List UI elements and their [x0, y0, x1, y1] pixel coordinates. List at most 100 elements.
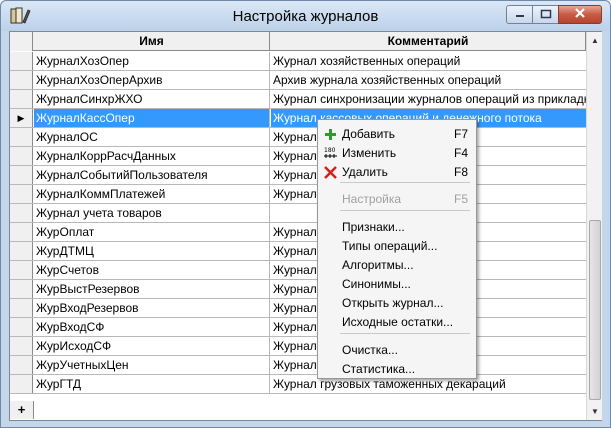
grid-header: Имя Комментарий	[10, 32, 586, 51]
table-row[interactable]: ЖурналСинхрЖХО Журнал синхронизации журна…	[10, 90, 586, 109]
menu-separator	[340, 182, 470, 183]
row-indicator[interactable]	[10, 147, 33, 165]
menu-item-operation-types[interactable]: Типы операций...	[320, 237, 474, 256]
menu-item-shortcut: F4	[453, 146, 468, 160]
journal-grid-panel: Имя Комментарий ЖурналХозОпер Журнал хозя…	[9, 31, 602, 421]
column-header-name[interactable]: Имя	[34, 32, 270, 51]
menu-item-settings[interactable]: Настройка F5	[320, 190, 474, 209]
menu-item-label: Алгоритмы...	[342, 258, 414, 272]
menu-item-cleanup[interactable]: Очистка...	[320, 341, 474, 360]
row-indicator[interactable]	[10, 375, 33, 393]
row-indicator[interactable]	[10, 261, 33, 279]
row-indicator[interactable]	[10, 90, 33, 108]
cell-name[interactable]: ЖурОплат	[34, 223, 270, 241]
row-indicator[interactable]: ▶	[10, 109, 33, 127]
table-row[interactable]: ЖурГТД Журнал грузовых таможенных декарац…	[10, 375, 586, 394]
cell-comment[interactable]: Журнал хозяйственных операций	[271, 52, 586, 70]
menu-item-algorithms[interactable]: Алгоритмы...	[320, 256, 474, 275]
cell-name[interactable]: ЖурГТД	[34, 375, 270, 393]
table-row[interactable]: Журнал учета товаров	[10, 204, 586, 223]
cell-name[interactable]: ЖурналКоррРасчДанных	[34, 147, 270, 165]
row-indicator[interactable]	[10, 204, 33, 222]
row-indicator[interactable]	[10, 71, 33, 89]
cell-name[interactable]: ЖурВходРезервов	[34, 299, 270, 317]
cell-comment[interactable]: Журнал синхронизации журналов операций и…	[271, 90, 586, 108]
table-row[interactable]: ЖурДТМЦ Журнал	[10, 242, 586, 261]
menu-item-attributes[interactable]: Признаки...	[320, 218, 474, 237]
scroll-thumb[interactable]	[589, 220, 601, 400]
cell-name[interactable]: ЖурналСобытийПользователя	[34, 166, 270, 184]
scroll-up-arrow-icon[interactable]: ▲	[587, 32, 603, 49]
scroll-down-arrow-icon[interactable]: ▼	[587, 403, 603, 420]
cell-name[interactable]: ЖурДТМЦ	[34, 242, 270, 260]
row-indicator[interactable]	[10, 52, 33, 70]
maximize-icon	[540, 8, 552, 22]
table-row[interactable]: ЖурВходРезервов Журнал	[10, 299, 586, 318]
row-indicator[interactable]	[10, 299, 33, 317]
minimize-button[interactable]	[506, 5, 533, 24]
table-row[interactable]: ЖурналКоммПлатежей Журнал	[10, 185, 586, 204]
row-indicator[interactable]	[10, 223, 33, 241]
table-row[interactable]: ЖурналСобытийПользователя Журнал	[10, 166, 586, 185]
row-indicator[interactable]	[10, 318, 33, 336]
table-row[interactable]: ЖурВходСФ Журнал	[10, 318, 586, 337]
table-row[interactable]: ЖурУчетныхЦен Журнал	[10, 356, 586, 375]
row-indicator[interactable]	[10, 337, 33, 355]
cell-name[interactable]: ЖурналХозОпер	[34, 52, 270, 70]
menu-item-shortcut: F5	[453, 192, 468, 206]
menu-item-label: Очистка...	[342, 343, 398, 357]
menu-item-open-journal[interactable]: Открыть журнал...	[320, 294, 474, 313]
menu-item-shortcut: F8	[453, 165, 468, 179]
row-indicator[interactable]	[10, 280, 33, 298]
menu-item-initial-balances[interactable]: Исходные остатки...	[320, 313, 474, 332]
row-indicator[interactable]	[10, 128, 33, 146]
table-row[interactable]: ЖурСчетов Журнал счетов	[10, 261, 586, 280]
menu-item-statistics[interactable]: Статистика...	[320, 360, 474, 379]
cell-name[interactable]: ЖурВыстРезервов	[34, 280, 270, 298]
cell-name[interactable]: ЖурналОС	[34, 128, 270, 146]
table-row[interactable]: ▶ ЖурналКассОпер Журнал кассовых операций …	[10, 109, 586, 128]
menu-item-label: Добавить	[342, 127, 396, 141]
row-indicator[interactable]	[10, 185, 33, 203]
menu-item-synonyms[interactable]: Синонимы...	[320, 275, 474, 294]
row-indicator[interactable]	[10, 166, 33, 184]
cell-name[interactable]: ЖурУчетныхЦен	[34, 356, 270, 374]
cell-name[interactable]: ЖурналКассОпер	[34, 109, 270, 127]
journal-grid: Имя Комментарий ЖурналХозОпер Журнал хозя…	[10, 32, 586, 420]
menu-item-label: Синонимы...	[342, 277, 411, 291]
table-row[interactable]: ЖурОплат Журнал	[10, 223, 586, 242]
menu-item-label: Открыть журнал...	[342, 296, 444, 310]
menu-item-label: Удалить	[342, 165, 388, 179]
cell-name[interactable]: ЖурВходСФ	[34, 318, 270, 336]
title-bar[interactable]: Настройка журналов	[1, 1, 610, 31]
svg-text:180: 180	[324, 147, 336, 154]
menu-item-label: Исходные остатки...	[342, 315, 454, 329]
row-indicator[interactable]	[10, 242, 33, 260]
add-icon	[323, 127, 338, 142]
menu-item-edit[interactable]: 180 Изменить F4	[320, 144, 474, 163]
edit-icon: 180	[323, 146, 338, 161]
table-row[interactable]: ЖурИсходСФ Журнал	[10, 337, 586, 356]
vertical-scrollbar[interactable]: ▲ ▼	[586, 32, 602, 420]
menu-item-add[interactable]: Добавить F7	[320, 125, 474, 144]
context-menu: Добавить F7 180 Изменить F4 Удалить F8 Настройк…	[317, 119, 477, 379]
table-row[interactable]: ЖурналХозОперАрхив Архив журнала хозяйств…	[10, 71, 586, 90]
cell-name[interactable]: Журнал учета товаров	[34, 204, 270, 222]
table-row[interactable]: ЖурналХозОпер Журнал хозяйственных операц…	[10, 52, 586, 71]
table-row[interactable]: ЖурналОС Журнал	[10, 128, 586, 147]
table-row[interactable]: ЖурналКоррРасчДанныхЖурнал расчетных дан…	[10, 147, 586, 166]
cell-comment[interactable]: Архив журнала хозяйственных операций	[271, 71, 586, 89]
cell-name[interactable]: ЖурналСинхрЖХО	[34, 90, 270, 108]
column-header-comment[interactable]: Комментарий	[271, 32, 586, 51]
cell-name[interactable]: ЖурИсходСФ	[34, 337, 270, 355]
menu-item-delete[interactable]: Удалить F8	[320, 163, 474, 182]
close-button[interactable]	[558, 5, 602, 24]
table-row[interactable]: ЖурВыстРезервов Журнал	[10, 280, 586, 299]
cell-name[interactable]: ЖурналКоммПлатежей	[34, 185, 270, 203]
new-row-indicator[interactable]: +	[10, 401, 34, 419]
cell-name[interactable]: ЖурСчетов	[34, 261, 270, 279]
menu-item-label: Настройка	[342, 192, 402, 206]
row-indicator[interactable]	[10, 356, 33, 374]
cell-name[interactable]: ЖурналХозОперАрхив	[34, 71, 270, 89]
maximize-button[interactable]	[532, 5, 559, 24]
